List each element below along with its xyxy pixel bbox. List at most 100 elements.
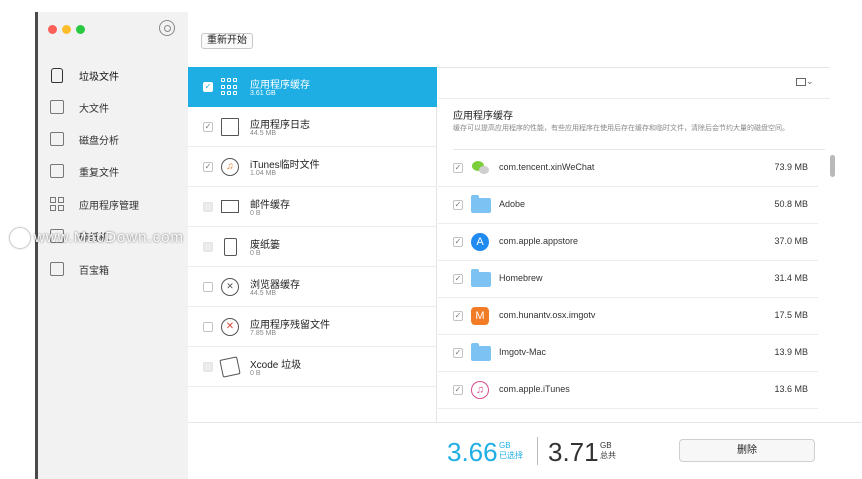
mgtv-icon: M (471, 307, 489, 325)
summary-bar: 3.66 GB 已选择 3.71 GB 总共 删除 (188, 422, 862, 479)
sidebar-item-large-files[interactable]: 大文件 (48, 95, 184, 119)
category-name: iTunes临时文件 (250, 160, 320, 171)
selected-size-value: 3.66 (447, 437, 498, 467)
delete-button[interactable]: 删除 (679, 439, 815, 462)
category-checkbox[interactable]: ✓ (203, 82, 213, 92)
large-file-icon (48, 98, 66, 116)
app-name: Homebrew (499, 273, 543, 283)
category-size: 0 B (250, 370, 261, 377)
category-name: 应用程序残留文件 (250, 320, 330, 331)
total-label: 总共 (600, 451, 616, 460)
app-name: Imgotv-Mac (499, 347, 547, 357)
app-row[interactable]: ✓ Imgotv-Mac 13.9 MB (438, 335, 818, 372)
category-name: 应用程序缓存 (250, 80, 310, 91)
duplicate-file-icon (48, 162, 66, 180)
category-row-mail-cache[interactable]: 邮件缓存 0 B (188, 187, 437, 227)
sidebar-item-junk-files[interactable]: 垃圾文件 (48, 63, 184, 87)
total-size-unit: GB 总共 (600, 441, 616, 461)
category-name: 浏览器缓存 (250, 280, 300, 291)
app-checkbox[interactable]: ✓ (453, 311, 463, 321)
xcode-icon (219, 356, 241, 378)
folder-icon (471, 195, 491, 213)
scrollbar[interactable] (830, 155, 835, 177)
total-size-value: 3.71 (548, 437, 599, 467)
selected-label: 已选择 (499, 451, 523, 460)
app-row[interactable]: ✓ Homebrew 31.4 MB (438, 261, 818, 298)
app-row[interactable]: ✓ A com.apple.appstore 37.0 MB (438, 224, 818, 261)
category-row-trash[interactable]: 废纸篓 0 B (188, 227, 437, 267)
category-name: 应用程序日志 (250, 120, 310, 131)
close-window-button[interactable] (48, 25, 57, 34)
app-row[interactable]: ✓ com.tencent.xinWeChat 73.9 MB (438, 150, 818, 187)
minimize-window-button[interactable] (62, 25, 71, 34)
folder-icon (471, 269, 491, 287)
category-checkbox[interactable]: ✓ (203, 162, 213, 172)
app-checkbox[interactable]: ✓ (453, 348, 463, 358)
category-size: 44.5 MB (250, 130, 277, 137)
trash-can-icon (48, 66, 66, 84)
folder-icon (471, 343, 491, 361)
sidebar-item-label: 大文件 (79, 103, 109, 115)
app-checkbox[interactable]: ✓ (453, 237, 463, 247)
category-checkbox[interactable] (203, 322, 213, 332)
app-size: 31.4 MB (774, 273, 808, 283)
category-checkbox (203, 362, 213, 372)
watermark: www.MacDown.com (10, 228, 184, 248)
settings-icon[interactable] (159, 20, 175, 36)
restart-button[interactable]: 重新开始 (201, 33, 253, 49)
category-row-xcode-junk[interactable]: Xcode 垃圾 0 B (188, 347, 437, 387)
sidebar-item-label: 垃圾文件 (79, 71, 119, 83)
category-size: 0 B (250, 210, 261, 217)
sidebar-item-label: 磁盘分析 (79, 135, 119, 147)
sidebar-item-duplicate-files[interactable]: 重复文件 (48, 159, 184, 183)
compass-icon: ✕ (221, 278, 239, 296)
sidebar-item-label: 重复文件 (79, 167, 119, 179)
app-checkbox[interactable]: ✓ (453, 200, 463, 210)
category-row-app-logs[interactable]: ✓ 应用程序日志 44.5 MB (188, 107, 437, 147)
category-row-app-cache[interactable]: ✓ 应用程序缓存 3.61 GB (188, 67, 437, 107)
category-checkbox[interactable] (203, 282, 213, 292)
summary-divider (537, 437, 538, 465)
app-size: 13.6 MB (774, 384, 808, 394)
app-size: 17.5 MB (774, 310, 808, 320)
disk-analysis-icon (48, 130, 66, 148)
sidebar-item-toolbox[interactable]: 百宝箱 (48, 257, 184, 281)
sidebar-item-label: 应用程序管理 (79, 200, 139, 212)
total-unit-text: GB (600, 441, 612, 450)
zoom-window-button[interactable] (76, 25, 85, 34)
app-row[interactable]: ✓ Adobe 50.8 MB (438, 187, 818, 224)
app-checkbox[interactable]: ✓ (453, 163, 463, 173)
category-row-itunes-temp[interactable]: ✓ ♫ iTunes临时文件 1.04 MB (188, 147, 437, 187)
trash-bin-icon (224, 238, 237, 256)
app-cache-icon (221, 78, 239, 96)
category-row-app-remnants[interactable]: ✕ 应用程序残留文件 7.85 MB (188, 307, 437, 347)
app-checkbox[interactable]: ✓ (453, 385, 463, 395)
app-name: com.apple.appstore (499, 236, 579, 246)
app-store-icon: A (471, 233, 489, 251)
sidebar-item-disk-analysis[interactable]: 磁盘分析 (48, 127, 184, 151)
view-mode-icon[interactable]: ⌄ (796, 76, 814, 86)
category-checkbox[interactable]: ✓ (203, 122, 213, 132)
category-size: 1.04 MB (250, 170, 277, 177)
log-document-icon (221, 118, 239, 136)
category-size: 3.61 GB (250, 90, 276, 97)
category-name: 废纸篓 (250, 240, 280, 251)
selected-size-unit: GB 已选择 (499, 441, 523, 461)
watermark-logo-icon (10, 228, 30, 248)
app-row[interactable]: ✓ ♫ com.apple.iTunes 13.6 MB (438, 372, 818, 409)
category-row-browser-cache[interactable]: ✕ 浏览器缓存 44.5 MB (188, 267, 437, 307)
toolbox-icon (48, 260, 66, 278)
remnant-x-icon: ✕ (221, 318, 239, 336)
detail-toolbar: ⌄ (438, 67, 830, 99)
app-checkbox[interactable]: ✓ (453, 274, 463, 284)
selected-unit-text: GB (499, 441, 511, 450)
app-row[interactable]: ✓ M com.hunantv.osx.imgotv 17.5 MB (438, 298, 818, 335)
category-name: Xcode 垃圾 (250, 360, 302, 371)
app-name: com.hunantv.osx.imgotv (499, 310, 596, 320)
category-size: 44.5 MB (250, 290, 277, 297)
category-name: 邮件缓存 (250, 200, 290, 211)
sidebar-item-app-management[interactable]: 应用程序管理 (48, 192, 184, 216)
sidebar-item-label: 百宝箱 (79, 265, 109, 277)
app-size: 13.9 MB (774, 347, 808, 357)
app-name: com.apple.iTunes (499, 384, 570, 394)
